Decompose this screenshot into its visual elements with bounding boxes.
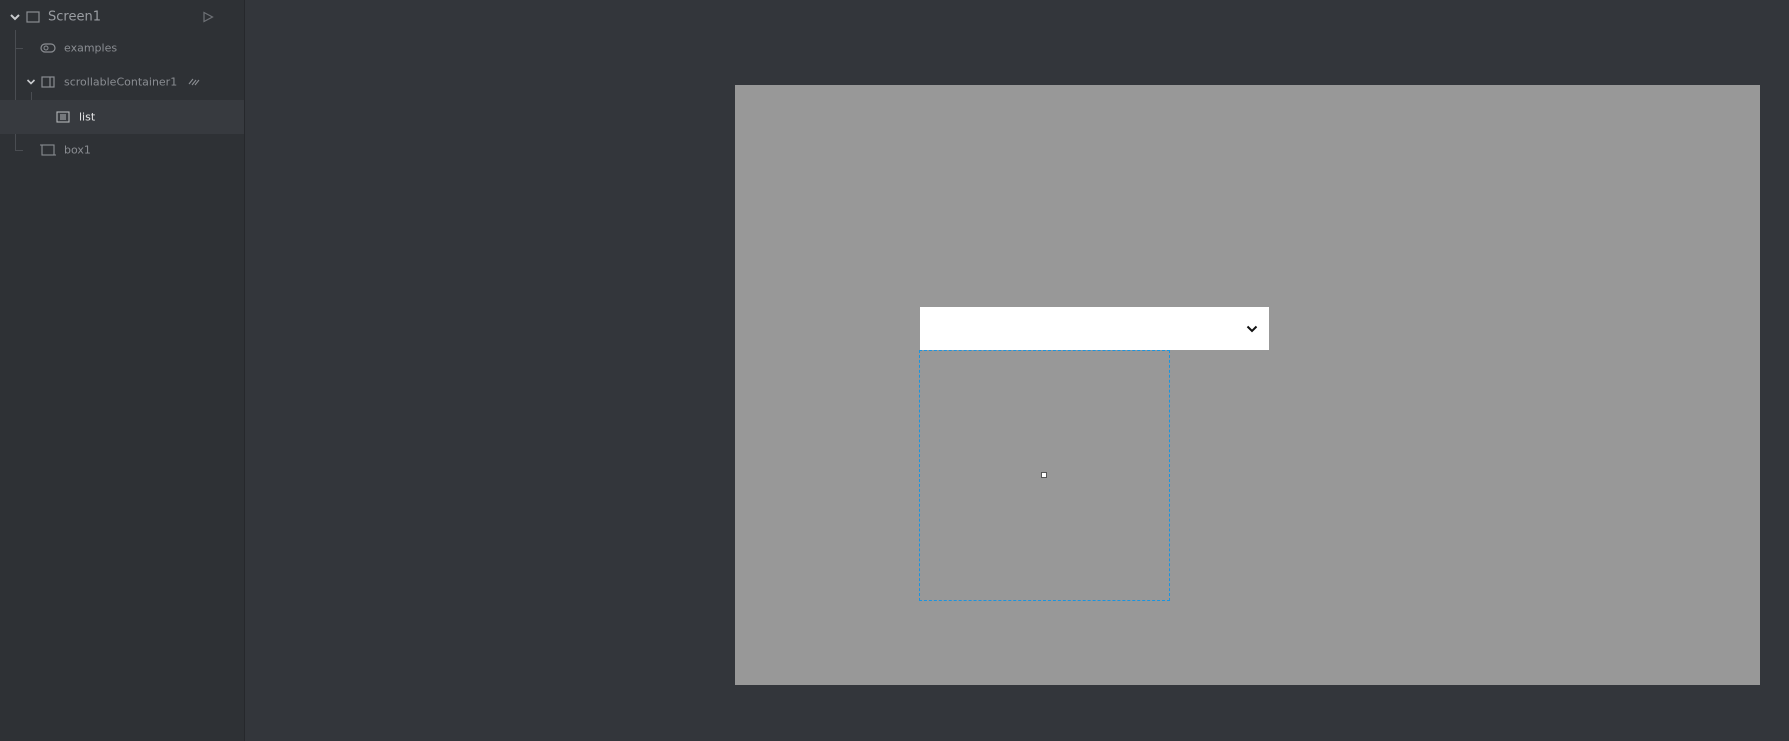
tree-item-list[interactable]: list (0, 100, 244, 134)
chevron-down-icon[interactable] (9, 11, 21, 23)
tree-item-label: list (79, 110, 96, 124)
chevron-down-icon[interactable] (1245, 322, 1259, 336)
screen-canvas[interactable] (735, 85, 1760, 685)
component-tree-panel: Screen1 examples scrollableContainer1 li… (0, 0, 245, 741)
tree-item-label: examples (64, 41, 118, 55)
resize-handle[interactable] (1041, 472, 1047, 478)
play-icon[interactable] (202, 11, 214, 23)
tree-item-label: box1 (64, 143, 91, 157)
screen-icon (26, 11, 40, 23)
box-icon (40, 144, 56, 156)
tree-item-examples[interactable]: examples (0, 31, 244, 65)
tree-item-label: Screen1 (48, 9, 101, 25)
list-icon (56, 111, 70, 123)
tree-item-scrollablecontainer1[interactable]: scrollableContainer1 (0, 65, 244, 99)
chevron-down-icon[interactable] (26, 77, 36, 87)
tree-item-label: scrollableContainer1 (64, 75, 178, 89)
tree-item-screen1[interactable]: Screen1 (0, 0, 244, 34)
tree-item-box1[interactable]: box1 (0, 133, 244, 167)
dropdown-select[interactable] (920, 307, 1269, 350)
scroll-indicator-icon (188, 78, 200, 86)
scrollable-container-icon (41, 76, 55, 88)
toggle-icon (40, 43, 56, 53)
